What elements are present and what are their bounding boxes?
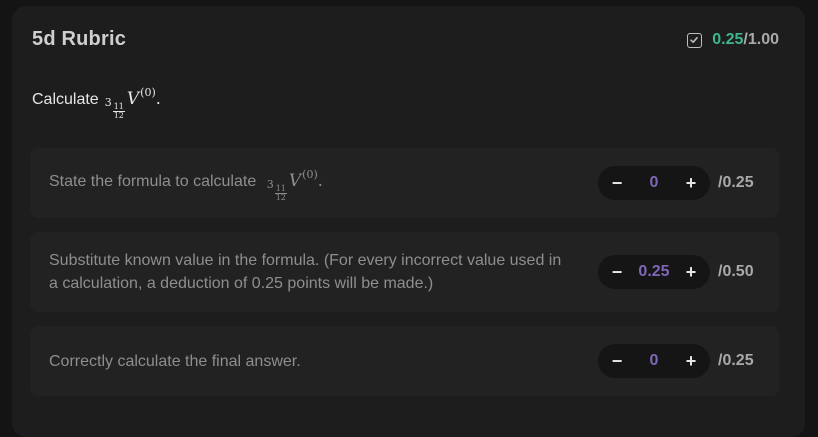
criterion-row: State the formula to calculate 3 11 12 V… (30, 148, 779, 218)
score-stepper[interactable]: − 0 + (598, 344, 710, 378)
fraction-denominator: 12 (275, 193, 286, 202)
rubric-card: 5d Rubric 0.25 /1.00 Calculate 3 11 12 V… (12, 6, 805, 437)
stepper-value[interactable]: 0 (650, 352, 659, 370)
criterion-row: Correctly calculate the final answer. − … (30, 326, 779, 396)
math-suffix: . (155, 89, 161, 108)
criterion-text: Substitute known value in the formula. (… (49, 252, 562, 292)
score-control: − 0 + /0.25 (598, 344, 760, 378)
criterion-max: /0.25 (718, 174, 754, 191)
criterion-max: /0.50 (718, 263, 754, 280)
criterion-row: Substitute known value in the formula. (… (30, 232, 779, 312)
score-control: − 0.25 + /0.50 (598, 255, 760, 289)
score-total: /1.00 (743, 31, 779, 48)
criterion-text: State the formula to calculate 3 11 12 V… (30, 168, 569, 202)
criterion-label: State the formula to calculate (49, 173, 257, 190)
math-superscript: (0) (302, 168, 318, 181)
rubric-title: 5d Rubric (32, 28, 127, 50)
rubric-score: 0.25 /1.00 (687, 31, 779, 49)
increment-button[interactable]: + (682, 351, 700, 372)
score-stepper[interactable]: − 0.25 + (598, 255, 710, 289)
decrement-button[interactable]: − (608, 173, 626, 194)
score-control: − 0 + /0.25 (598, 166, 760, 200)
decrement-button[interactable]: − (608, 351, 626, 372)
prompt-text: Calculate (32, 91, 99, 108)
prompt-math: 3 11 12 V (0) . (104, 86, 161, 120)
rubric-header: 5d Rubric 0.25 /1.00 (32, 28, 779, 58)
math-fraction: 11 12 (112, 103, 125, 120)
fraction-denominator: 12 (113, 111, 124, 120)
criterion-max: /0.25 (718, 352, 754, 369)
math-suffix: . (317, 171, 323, 190)
criterion-text: Correctly calculate the final answer. (49, 352, 301, 370)
increment-button[interactable]: + (682, 262, 700, 283)
stepper-value[interactable]: 0 (650, 174, 659, 192)
math-fraction: 11 12 (274, 185, 287, 202)
decrement-button[interactable]: − (608, 262, 626, 283)
math-prefix: 3 (266, 178, 274, 191)
criteria-list: State the formula to calculate 3 11 12 V… (30, 148, 779, 410)
checkbox-checked-icon (687, 32, 703, 48)
math-symbol: V (126, 89, 140, 109)
stepper-value[interactable]: 0.25 (638, 263, 669, 281)
rubric-prompt: Calculate 3 11 12 V (0) . (32, 86, 161, 120)
score-awarded: 0.25 (712, 31, 744, 48)
increment-button[interactable]: + (682, 173, 700, 194)
math-symbol: V (288, 171, 302, 191)
math-prefix: 3 (104, 96, 112, 109)
math-superscript: (0) (140, 86, 156, 99)
score-stepper[interactable]: − 0 + (598, 166, 710, 200)
criterion-math: 3 11 12 V (0) . (266, 168, 323, 202)
